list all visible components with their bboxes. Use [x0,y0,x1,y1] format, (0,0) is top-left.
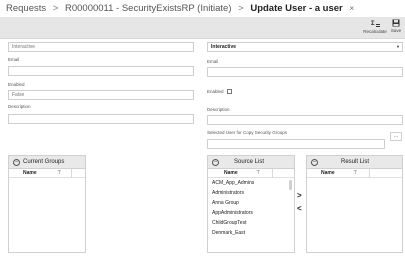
breadcrumb-requests[interactable]: Requests [6,3,46,14]
copy-groups-label: Selected User for Copy Security Groups [207,130,288,135]
column-divider [369,169,370,178]
save-label: Save [390,28,402,33]
result-list-panel: − Result List Name ⊤ [306,155,403,253]
name-column-label: Name [224,170,238,176]
recalculate-button[interactable]: Σ Recalculate [362,19,388,34]
user-select[interactable]: Interactive ▼ [207,42,403,52]
column-divider [71,169,72,178]
name-column-label: Name [321,170,335,176]
collapse-icon[interactable]: − [311,159,318,166]
collapse-icon[interactable]: − [212,159,219,166]
list-item[interactable]: ChildGroupTest [208,218,294,228]
list-item[interactable]: AppAdministrators [208,208,294,218]
source-list-panel: − Source List Name ⊤ ACM_App_Admins Admi… [207,155,295,253]
result-list-header: − Result List [307,156,402,169]
list-item[interactable]: Anna Group [208,198,294,208]
user-select-value: Interactive [211,44,237,50]
filter-icon[interactable]: ⊤ [256,169,260,178]
filter-icon[interactable]: ⊤ [353,169,357,178]
list-item[interactable]: Denmark_East [208,228,294,238]
list-item[interactable]: Administrators [208,188,294,198]
save-button[interactable]: Save [389,19,403,33]
recalculate-icon: Σ [371,21,380,27]
current-groups-column-header[interactable]: Name ⊤ [9,169,85,178]
description-field[interactable] [207,115,403,125]
recalculate-label: Recalculate [363,29,387,34]
svg-text:Σ: Σ [371,21,375,27]
source-list-scrollbar[interactable] [289,180,292,190]
close-tab-icon[interactable]: × [349,4,354,13]
source-list-header: − Source List [208,156,294,169]
browse-button[interactable]: ... [390,132,402,141]
breadcrumb: Requests > R00000011 - SecurityExistsRP … [0,0,405,17]
email-label: Email [8,57,20,62]
description-label: Description [207,107,230,112]
email-label: Email [207,59,219,64]
chevron-down-icon: ▼ [396,44,400,49]
remove-from-result-button[interactable]: < [297,204,302,213]
current-groups-title: Current Groups [23,159,65,165]
enabled-label: Enabled [8,82,25,87]
description-label: Description [8,104,31,109]
list-item[interactable]: ACM_App_Admins [208,178,294,188]
enabled-label: Enabled [207,89,224,94]
copy-groups-field[interactable] [207,139,385,149]
collapse-icon[interactable]: − [13,159,20,166]
filter-icon[interactable]: ⊤ [57,169,61,178]
current-groups-panel: − Current Groups Name ⊤ [8,155,86,253]
user-current-field: Interactive [8,42,194,52]
toolbar: Σ Recalculate Save [0,17,405,39]
page-title: Update User - a user [250,3,343,14]
current-groups-header: − Current Groups [9,156,85,169]
breadcrumb-request[interactable]: R00000011 - SecurityExistsRP (Initiate) [65,3,232,14]
result-list-column-header[interactable]: Name ⊤ [307,169,402,178]
name-column-label: Name [23,170,37,176]
enabled-current-field: False [8,90,194,100]
save-icon [392,19,400,27]
email-current-field [8,66,194,76]
description-current-field [8,114,194,124]
column-divider [272,169,273,178]
source-list-title: Source List [234,159,265,165]
result-list-title: Result List [341,159,370,165]
breadcrumb-separator: > [52,3,59,14]
add-to-result-button[interactable]: > [297,191,302,200]
email-field[interactable] [207,67,403,77]
enabled-checkbox[interactable] [227,89,232,94]
source-list-column-header[interactable]: Name ⊤ [208,169,294,178]
breadcrumb-separator: > [238,3,244,14]
